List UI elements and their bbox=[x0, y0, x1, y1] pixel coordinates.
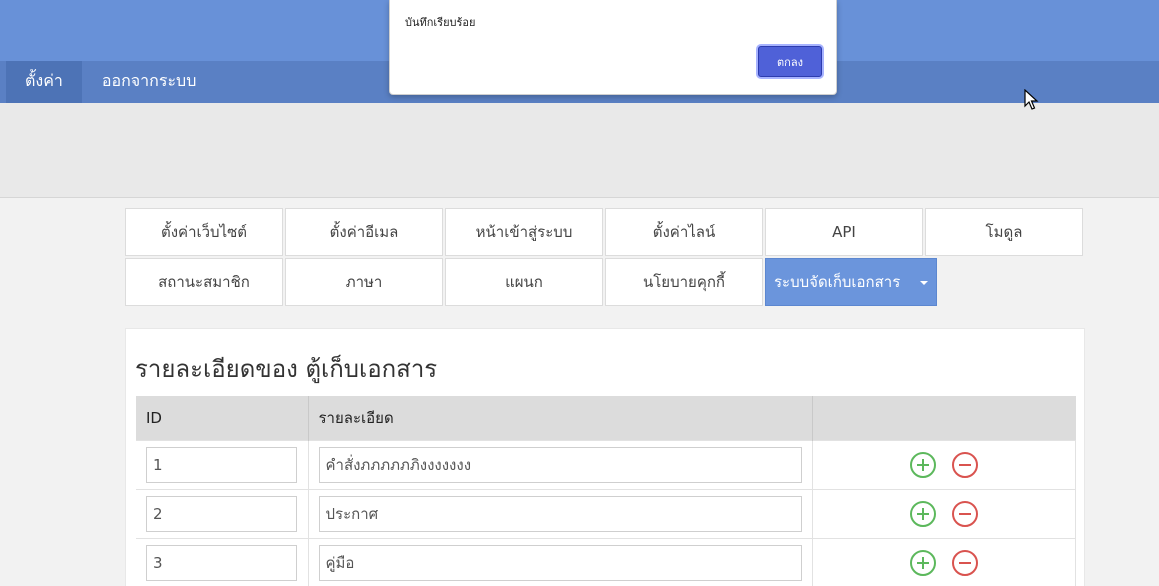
detail-input[interactable] bbox=[318, 495, 802, 532]
alert-dialog: บันทึกเรียบร้อย ตกลง bbox=[389, 0, 837, 95]
tab-api[interactable]: API bbox=[765, 208, 923, 256]
id-input[interactable] bbox=[146, 495, 297, 532]
plus-circle-icon[interactable] bbox=[909, 549, 936, 576]
nav-logout[interactable]: ออกจากระบบ bbox=[82, 61, 216, 103]
tab-line-settings[interactable]: ตั้งค่าไลน์ bbox=[605, 208, 763, 256]
tab-login-page[interactable]: หน้าเข้าสู่ระบบ bbox=[445, 208, 603, 256]
ok-button[interactable]: ตกลง bbox=[758, 46, 822, 77]
nav-settings[interactable]: ตั้งค่า bbox=[6, 61, 82, 103]
detail-table: ID รายละเอียด bbox=[136, 396, 1076, 586]
column-header-detail: รายละเอียด bbox=[308, 396, 813, 440]
plus-circle-icon[interactable] bbox=[909, 451, 936, 478]
detail-input[interactable] bbox=[318, 446, 802, 483]
tab-department[interactable]: แผนก bbox=[445, 258, 603, 306]
table-row bbox=[136, 488, 1076, 538]
tab-modules[interactable]: โมดูล bbox=[925, 208, 1083, 256]
page-title: รายละเอียดของ ตู้เก็บเอกสาร bbox=[135, 355, 438, 383]
table-row bbox=[136, 439, 1076, 489]
dialog-message: บันทึกเรียบร้อย bbox=[405, 16, 476, 29]
tab-document-storage[interactable]: ระบบจัดเก็บเอกสาร bbox=[765, 258, 937, 306]
minus-circle-icon[interactable] bbox=[951, 451, 978, 478]
detail-input[interactable] bbox=[318, 544, 802, 581]
id-input[interactable] bbox=[146, 544, 297, 581]
tab-document-storage-label: ระบบจัดเก็บเอกสาร bbox=[774, 273, 901, 291]
page-banner bbox=[0, 103, 1159, 198]
tab-language[interactable]: ภาษา bbox=[285, 258, 443, 306]
plus-circle-icon[interactable] bbox=[909, 500, 936, 527]
minus-circle-icon[interactable] bbox=[951, 500, 978, 527]
tab-email-settings[interactable]: ตั้งค่าอีเมล bbox=[285, 208, 443, 256]
caret-down-icon bbox=[920, 281, 928, 285]
tab-member-status[interactable]: สถานะสมาชิก bbox=[125, 258, 283, 306]
tab-cookie-policy[interactable]: นโยบายคุกกี้ bbox=[605, 258, 763, 306]
table-row bbox=[136, 537, 1076, 586]
column-header-actions bbox=[812, 396, 1076, 440]
mouse-pointer-icon bbox=[1024, 89, 1039, 110]
tab-website-settings[interactable]: ตั้งค่าเว็บไซต์ bbox=[125, 208, 283, 256]
document-cabinet-panel: รายละเอียดของ ตู้เก็บเอกสาร ID รายละเอีย… bbox=[125, 328, 1085, 586]
id-input[interactable] bbox=[146, 446, 297, 483]
minus-circle-icon[interactable] bbox=[951, 549, 978, 576]
column-header-id: ID bbox=[136, 396, 309, 440]
